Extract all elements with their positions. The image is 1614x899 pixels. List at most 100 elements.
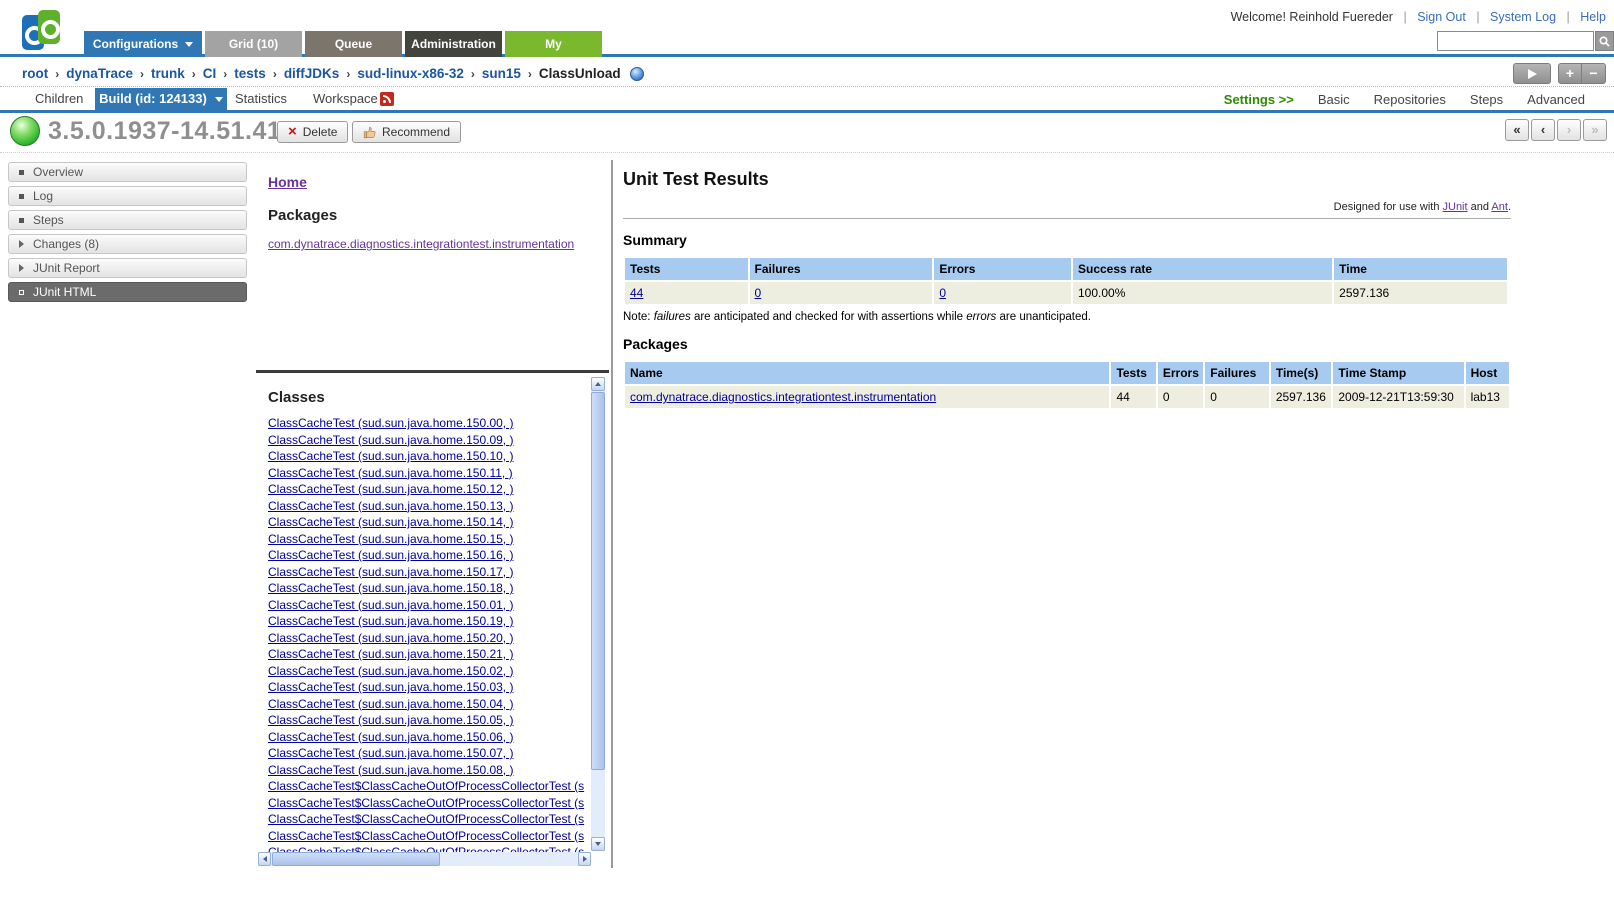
settings-steps-link[interactable]: Steps (1470, 92, 1503, 107)
run-build-button[interactable] (1513, 63, 1551, 84)
class-link[interactable]: ClassCacheTest (sud.sun.java.home.150.17… (268, 564, 591, 581)
class-link[interactable]: ClassCacheTest (sud.sun.java.home.150.18… (268, 580, 591, 597)
tab-statistics[interactable]: Statistics (235, 88, 287, 110)
scroll-down-button[interactable] (591, 837, 605, 851)
frame-divider-horizontal[interactable] (256, 370, 609, 373)
nav-tab-administration[interactable]: Administration (405, 31, 502, 57)
sign-out-link[interactable]: Sign Out (1417, 10, 1466, 24)
classes-vertical-scrollbar[interactable] (591, 377, 605, 851)
class-link[interactable]: ClassCacheTest (sud.sun.java.home.150.13… (268, 498, 591, 515)
sidebar-item-junit-html[interactable]: JUnit HTML (8, 282, 247, 302)
failures-count-link[interactable]: 0 (755, 286, 762, 300)
ant-link[interactable]: Ant (1491, 201, 1508, 213)
breadcrumb-link-diffjdks[interactable]: diffJDKs (284, 66, 340, 81)
breadcrumb-link-sud-linux[interactable]: sud-linux-x86-32 (357, 66, 464, 81)
recommend-button[interactable]: Recommend (352, 121, 461, 143)
settings-basic-link[interactable]: Basic (1318, 92, 1350, 107)
class-link[interactable]: ClassCacheTest$ClassCacheOutOfProcessCol… (268, 811, 591, 828)
class-link[interactable]: ClassCacheTest (sud.sun.java.home.150.05… (268, 712, 591, 729)
settings-advanced-link[interactable]: Advanced (1527, 92, 1585, 107)
class-link[interactable]: ClassCacheTest (sud.sun.java.home.150.19… (268, 613, 591, 630)
horizontal-scroll-thumb[interactable] (272, 852, 440, 866)
class-link[interactable]: ClassCacheTest$ClassCacheOutOfProcessCol… (268, 795, 591, 812)
scroll-left-button[interactable] (258, 852, 271, 866)
frame-divider-vertical[interactable] (611, 160, 613, 868)
class-link[interactable]: ClassCacheTest (sud.sun.java.home.150.07… (268, 745, 591, 762)
quickbuild-logo-icon[interactable] (22, 10, 62, 56)
expand-plus-button[interactable] (1559, 64, 1582, 83)
arrow-left-icon (263, 856, 267, 862)
class-link[interactable]: ClassCacheTest (sud.sun.java.home.150.20… (268, 630, 591, 647)
class-link[interactable]: ClassCacheTest (sud.sun.java.home.150.12… (268, 481, 591, 498)
class-link[interactable]: ClassCacheTest (sud.sun.java.home.150.06… (268, 729, 591, 746)
packages-section-heading: Packages (623, 336, 1511, 352)
class-link[interactable]: ClassCacheTest (sud.sun.java.home.150.10… (268, 448, 591, 465)
breadcrumb-link-tests[interactable]: tests (234, 66, 266, 81)
classes-heading: Classes (268, 389, 591, 406)
nav-tab-queue[interactable]: Queue (305, 31, 402, 57)
class-link[interactable]: ClassCacheTest$ClassCacheOutOfProcessCol… (268, 844, 591, 852)
errors-count-link[interactable]: 0 (939, 286, 946, 300)
separator: | (1476, 10, 1479, 24)
class-link[interactable]: ClassCacheTest (sud.sun.java.home.150.21… (268, 646, 591, 663)
packages-header-timestamp: Time Stamp (1333, 362, 1463, 384)
tab-workspace[interactable]: Workspace (313, 88, 378, 110)
sidebar-item-overview[interactable]: Overview (8, 162, 247, 182)
tests-count-link[interactable]: 44 (630, 286, 643, 300)
delete-button[interactable]: Delete (277, 121, 348, 143)
sidebar-item-log[interactable]: Log (8, 186, 247, 206)
arrow-down-icon (595, 842, 601, 846)
packages-header-host: Host (1466, 362, 1509, 384)
sidebar-item-changes[interactable]: Changes (8) (8, 234, 247, 254)
tab-build-active[interactable]: Build (id: 124133) (95, 88, 227, 110)
class-link[interactable]: ClassCacheTest (sud.sun.java.home.150.01… (268, 597, 591, 614)
breadcrumb-link-sun15[interactable]: sun15 (482, 66, 521, 81)
system-log-link[interactable]: System Log (1490, 10, 1556, 24)
junit-link[interactable]: JUnit (1443, 201, 1468, 213)
settings-repositories-link[interactable]: Repositories (1374, 92, 1446, 107)
class-link[interactable]: ClassCacheTest$ClassCacheOutOfProcessCol… (268, 778, 591, 795)
separator: | (1567, 10, 1570, 24)
class-link[interactable]: ClassCacheTest (sud.sun.java.home.150.04… (268, 696, 591, 713)
breadcrumb-link-trunk[interactable]: trunk (151, 66, 185, 81)
collapse-minus-button[interactable] (1582, 64, 1605, 83)
search-input[interactable] (1437, 31, 1594, 51)
class-link[interactable]: ClassCacheTest (sud.sun.java.home.150.14… (268, 514, 591, 531)
nav-tab-my[interactable]: My (505, 31, 602, 57)
breadcrumb-link-ci[interactable]: CI (203, 66, 217, 81)
pager-first-button[interactable]: « (1505, 119, 1529, 141)
settings-link[interactable]: Settings >> (1224, 92, 1294, 107)
class-link[interactable]: ClassCacheTest (sud.sun.java.home.150.16… (268, 547, 591, 564)
class-link[interactable]: ClassCacheTest (sud.sun.java.home.150.02… (268, 663, 591, 680)
class-link[interactable]: ClassCacheTest (sud.sun.java.home.150.03… (268, 679, 591, 696)
classes-horizontal-scrollbar[interactable] (258, 852, 591, 866)
class-link[interactable]: ClassCacheTest (sud.sun.java.home.150.08… (268, 762, 591, 779)
class-link[interactable]: ClassCacheTest (sud.sun.java.home.150.11… (268, 465, 591, 482)
class-link[interactable]: ClassCacheTest (sud.sun.java.home.150.09… (268, 432, 591, 449)
package-timestamp-cell: 2009-12-21T13:59:30 (1333, 386, 1463, 408)
sidebar-item-junit-report[interactable]: JUnit Report (8, 258, 247, 278)
scroll-up-button[interactable] (591, 377, 605, 391)
rss-feed-icon[interactable] (380, 92, 394, 106)
class-link[interactable]: ClassCacheTest (sud.sun.java.home.150.15… (268, 531, 591, 548)
nav-tab-grid[interactable]: Grid (10) (205, 31, 302, 57)
class-link[interactable]: ClassCacheTest (sud.sun.java.home.150.00… (268, 415, 591, 432)
vertical-scroll-thumb[interactable] (591, 392, 605, 770)
sidebar-item-steps[interactable]: Steps (8, 210, 247, 230)
nav-tab-configurations[interactable]: Configurations (84, 31, 202, 57)
pager-prev-button[interactable]: ‹ (1531, 119, 1555, 141)
breadcrumb-link-root[interactable]: root (22, 66, 48, 81)
scroll-right-button[interactable] (578, 852, 591, 866)
class-link[interactable]: ClassCacheTest$ClassCacheOutOfProcessCol… (268, 828, 591, 845)
search-button[interactable] (1595, 31, 1614, 51)
package-link[interactable]: com.dynatrace.diagnostics.integrationtes… (268, 237, 574, 251)
help-link[interactable]: Help (1580, 10, 1606, 24)
tab-children[interactable]: Children (35, 88, 83, 110)
pager-next-button[interactable]: › (1557, 119, 1581, 141)
square-bullet-icon (19, 194, 24, 199)
package-name-link[interactable]: com.dynatrace.diagnostics.integrationtes… (630, 390, 936, 404)
build-status-success-icon (10, 116, 40, 146)
report-home-link[interactable]: Home (268, 174, 307, 190)
pager-last-button[interactable]: » (1583, 119, 1607, 141)
breadcrumb-link-dynatrace[interactable]: dynaTrace (66, 66, 133, 81)
